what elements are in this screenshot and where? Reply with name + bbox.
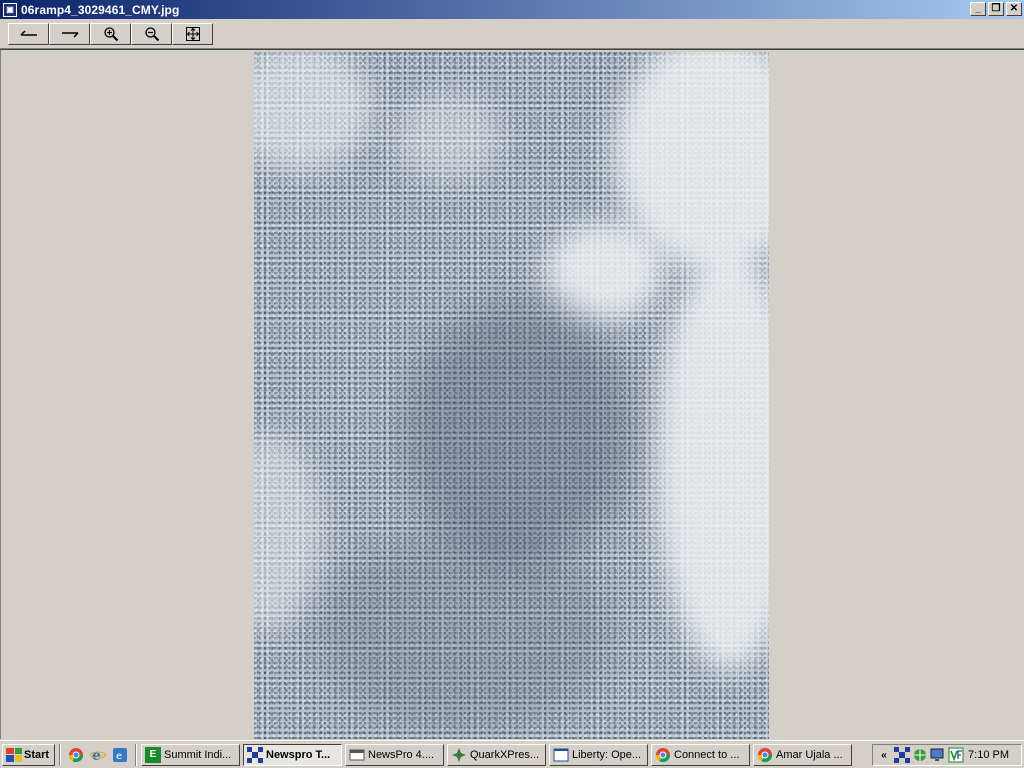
svg-text:e: e (92, 748, 101, 763)
task-button[interactable]: Liberty: Ope... (549, 743, 648, 766)
task-button[interactable]: NewsPro 4.... (345, 743, 444, 766)
task-label: Connect to ... (674, 748, 740, 761)
zoom-in-button[interactable] (90, 22, 131, 45)
start-button[interactable]: Start (2, 743, 55, 766)
task-label: Liberty: Ope... (572, 748, 642, 761)
close-button[interactable]: ✕ (1006, 2, 1022, 16)
image-viewer-area[interactable] (0, 49, 1024, 739)
tray-expand-button[interactable]: « (876, 747, 892, 763)
task-button-active[interactable]: Newspro T... (243, 743, 342, 766)
task-button[interactable]: E Summit Indi... (141, 743, 240, 766)
toolbar (0, 19, 1024, 49)
dark-patch (404, 302, 634, 562)
restore-button[interactable]: ❐ (988, 2, 1004, 16)
newspro-icon (247, 746, 263, 763)
task-label: QuarkXPres... (470, 748, 540, 761)
windows-logo-icon (6, 747, 22, 762)
chrome-icon (757, 747, 773, 763)
browser-icon[interactable]: e (109, 744, 131, 766)
system-tray: « 7:10 PM (872, 744, 1022, 766)
summit-app-icon: E (145, 746, 161, 763)
ie-icon[interactable]: e (87, 744, 109, 766)
taskbar: Start e e E Summit Indi... Newspro T... … (0, 740, 1024, 768)
taskbar-separator (59, 743, 61, 766)
taskbar-separator (135, 743, 137, 766)
start-label: Start (24, 748, 50, 761)
svg-text:e: e (116, 751, 122, 762)
arrow-right-icon (61, 31, 79, 38)
task-label: Summit Indi... (164, 748, 232, 761)
window-title: 06ramp4_3029461_CMY.jpg (21, 2, 180, 17)
antivirus-tray-icon[interactable] (948, 747, 964, 763)
task-label: NewsPro 4.... (368, 748, 435, 761)
pale-patch (394, 92, 504, 182)
newspro-tray-icon[interactable] (894, 747, 910, 763)
title-bar: ▣ 06ramp4_3029461_CMY.jpg _ ❐ ✕ (0, 0, 1024, 19)
fit-to-window-icon (185, 26, 200, 41)
zoom-out-icon (144, 26, 159, 41)
window-icon (553, 747, 569, 763)
task-label: Newspro T... (266, 748, 331, 761)
chrome-icon[interactable] (65, 744, 87, 766)
next-button[interactable] (49, 22, 90, 45)
task-button[interactable]: Amar Ujala ... (753, 743, 852, 766)
minimize-button[interactable]: _ (970, 2, 986, 16)
monitor-tray-icon[interactable] (930, 747, 946, 763)
pale-patch (544, 222, 664, 322)
chrome-icon (655, 747, 671, 763)
task-button[interactable]: Connect to ... (651, 743, 750, 766)
window-controls: _ ❐ ✕ (970, 2, 1022, 16)
newspro-window-icon (349, 747, 365, 763)
task-button[interactable]: QuarkXPres... (447, 743, 546, 766)
task-label: Amar Ujala ... (776, 748, 843, 761)
quarkxpress-icon (451, 747, 467, 763)
arrow-left-icon (19, 29, 37, 36)
zoom-out-button[interactable] (131, 22, 172, 45)
displayed-photo (254, 52, 769, 739)
fit-window-button[interactable] (172, 22, 213, 45)
image-file-icon[interactable]: ▣ (3, 2, 17, 17)
taskbar-clock[interactable]: 7:10 PM (968, 749, 1009, 761)
network-tray-icon[interactable] (912, 747, 928, 763)
zoom-in-icon (103, 26, 118, 41)
previous-button[interactable] (8, 22, 49, 45)
dark-patch (314, 532, 614, 732)
